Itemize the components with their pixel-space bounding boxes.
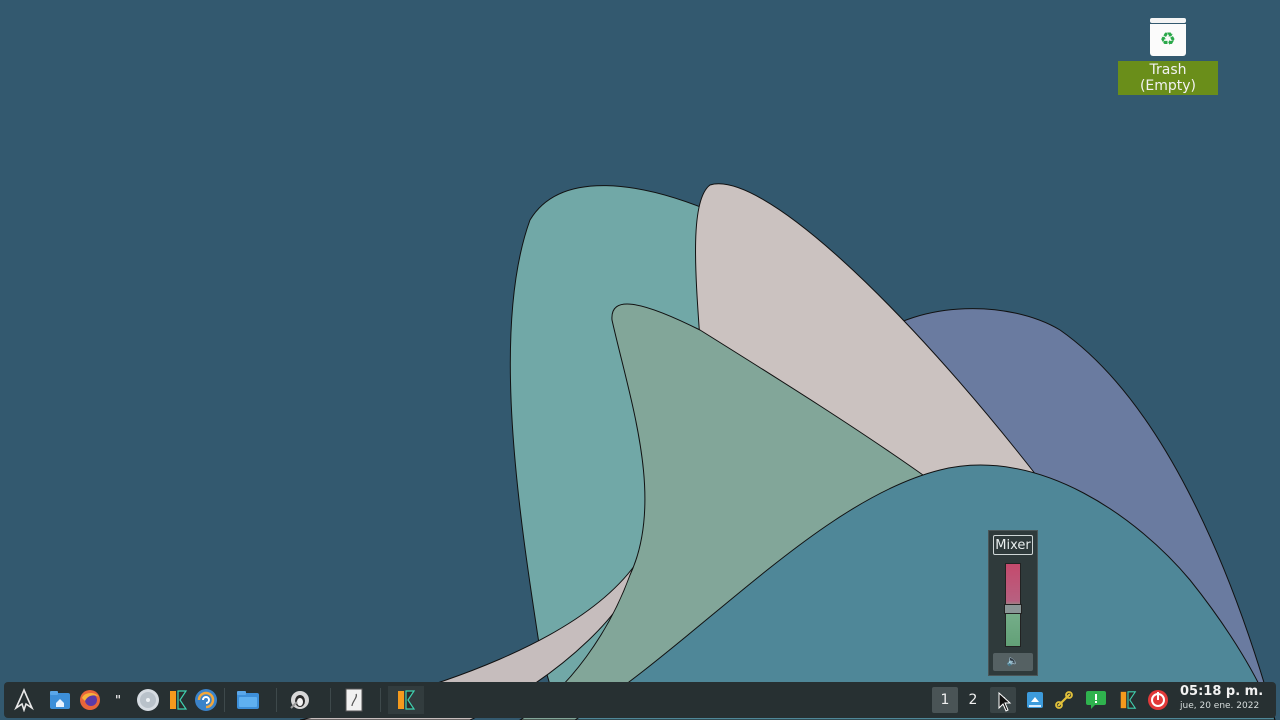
x-app-icon [170, 690, 188, 710]
trash-label: Trash (Empty) [1118, 61, 1218, 95]
files-window-button[interactable] [234, 686, 262, 714]
speaker-icon: 🔈 [1006, 656, 1020, 667]
volume-slider-handle[interactable] [1004, 603, 1022, 614]
link-tray-button[interactable] [1050, 686, 1078, 714]
power-button[interactable] [1144, 686, 1172, 714]
trash-can-icon: ♻ [1150, 18, 1186, 58]
network-icon [1027, 692, 1043, 708]
updater-launcher[interactable] [192, 686, 220, 714]
network-tray-button[interactable] [1021, 686, 1049, 714]
workspace-2[interactable]: 2 [960, 687, 986, 713]
tux-tool-icon [290, 691, 309, 709]
terminal-launcher[interactable]: " [104, 686, 132, 714]
notification-icon [1086, 691, 1106, 709]
taskbar: " 1 2 05:18 p. m. jue, 20 ene. 2022 [4, 682, 1276, 718]
taskbar-separator [276, 688, 277, 712]
home-folder-launcher[interactable] [46, 686, 74, 714]
taskbar-separator [224, 688, 225, 712]
document-icon [345, 688, 363, 712]
taskbar-separator [380, 688, 381, 712]
taskbar-separator [330, 688, 331, 712]
terminal-icon: " [114, 693, 122, 707]
globe-refresh-icon [195, 689, 217, 711]
menu-button[interactable] [10, 686, 38, 714]
text-editor-window-button[interactable] [340, 686, 368, 714]
link-icon [1055, 691, 1073, 709]
firefox-launcher[interactable] [76, 686, 104, 714]
notification-tray-button[interactable] [1082, 686, 1110, 714]
mouse-pointer-icon [998, 692, 1012, 712]
x-app-icon [398, 690, 416, 710]
power-icon [1148, 690, 1168, 710]
settings-tool-window-button[interactable] [286, 686, 314, 714]
disc-icon [137, 689, 159, 711]
mixer-button[interactable]: Mixer [993, 535, 1033, 555]
volume-mixer-popup: Mixer 🔈 [988, 530, 1038, 676]
clock-date: jue, 20 ene. 2022 [1180, 701, 1260, 711]
penguin-icon [14, 688, 34, 712]
x-app-window-button[interactable] [388, 686, 424, 714]
x-app-tray-button[interactable] [1114, 686, 1142, 714]
firefox-icon [80, 690, 100, 710]
recycle-icon: ♻ [1150, 24, 1186, 56]
x-app-icon [1120, 691, 1137, 709]
trash-desktop-icon[interactable]: ♻ Trash (Empty) [1118, 18, 1218, 95]
wallpaper [299, 183, 1276, 720]
mute-button[interactable]: 🔈 [993, 653, 1033, 671]
disc-launcher[interactable] [134, 686, 162, 714]
home-folder-icon [50, 691, 70, 709]
workspace-1[interactable]: 1 [932, 687, 958, 713]
clock[interactable]: 05:18 p. m. jue, 20 ene. 2022 [1180, 684, 1272, 712]
clock-time: 05:18 p. m. [1180, 684, 1264, 699]
x-app-launcher[interactable] [164, 686, 192, 714]
folder-icon [237, 691, 259, 709]
